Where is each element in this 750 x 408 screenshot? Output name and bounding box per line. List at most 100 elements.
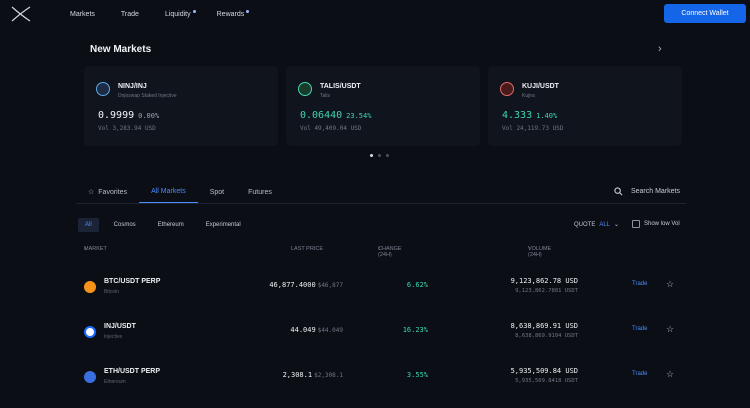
- col-change-label: CHANGE (24H): [378, 246, 402, 258]
- row-price-value: 44.049: [290, 326, 316, 334]
- table-row[interactable]: ETH/USDT PERP Ethereum 2,308.1 $2,308.1 3…: [78, 362, 688, 406]
- favorite-star-icon[interactable]: ☆: [666, 324, 674, 335]
- row-market: ETH/USDT PERP: [104, 368, 161, 375]
- nav-markets[interactable]: Markets: [70, 11, 95, 18]
- quote-value: ALL: [599, 221, 611, 228]
- trade-link[interactable]: Trade: [632, 281, 647, 287]
- filter-cosmos[interactable]: Cosmos: [107, 218, 143, 232]
- chain-filters: All Cosmos Ethereum Experimental: [78, 218, 248, 232]
- quote-label: QUOTE: [574, 221, 596, 228]
- pager-dot[interactable]: [370, 154, 373, 157]
- card-volume: Vol 24,119.73 USD: [502, 125, 564, 132]
- row-price-usd: $46,877: [317, 282, 343, 289]
- pager-dot[interactable]: [378, 154, 381, 157]
- tab-spot[interactable]: Spot: [198, 189, 236, 203]
- new-dot-icon: [192, 9, 196, 13]
- card-change: 0.00%: [138, 112, 160, 120]
- connect-wallet-button[interactable]: Connect Wallet: [664, 4, 746, 23]
- row-market: BTC/USDT PERP: [104, 278, 161, 285]
- row-change: 3.55%: [406, 371, 428, 379]
- market-card[interactable]: NINJ/INJ Dojoswap Staked Injective 0.999…: [84, 66, 278, 146]
- col-volume-label: VOLUME (24H): [528, 246, 552, 258]
- row-volume: 9,123,862.78 USD: [510, 277, 578, 285]
- row-price: 44.049 $44.049: [243, 326, 343, 334]
- row-price: 2,308.1 $2,308.1: [243, 371, 343, 379]
- row-market-sub: Injective: [104, 334, 123, 340]
- card-token-name: Dojoswap Staked Injective: [118, 93, 177, 99]
- card-change: 1.40%: [536, 112, 558, 120]
- trade-link[interactable]: Trade: [632, 371, 647, 377]
- row-change: 6.62%: [406, 281, 428, 289]
- card-price-value: 0.9999: [98, 110, 135, 121]
- low-vol-label: Show low Vol: [644, 221, 680, 227]
- table-header: ↕ MARKET LAST PRICE ↕ CHANGE (24H) ↕ VOL…: [78, 246, 688, 258]
- row-market-sub: Bitcoin: [104, 289, 120, 295]
- section-title: New Markets: [90, 44, 152, 55]
- token-icon: [500, 82, 514, 96]
- inj-coin-icon: [84, 326, 96, 338]
- search-input[interactable]: Search Markets: [631, 188, 680, 195]
- nav-liquidity[interactable]: Liquidity: [164, 9, 196, 18]
- new-markets-carousel: NINJ/INJ Dojoswap Staked Injective 0.999…: [84, 66, 682, 146]
- card-token-name: Talis: [320, 93, 331, 99]
- logo-icon[interactable]: [10, 5, 32, 23]
- row-price-value: 2,308.1: [282, 371, 313, 379]
- row-market-sub: Ethereum: [104, 379, 126, 385]
- filter-ethereum[interactable]: Ethereum: [151, 218, 191, 232]
- nav-rewards-label: Rewards: [216, 10, 245, 18]
- card-pair: KUJI/USDT: [522, 83, 559, 90]
- tab-label: Favorites: [98, 188, 128, 196]
- card-token-name: Kujira: [522, 93, 535, 99]
- card-volume: Vol 49,409.04 USD: [300, 125, 362, 132]
- card-price-value: 4.333: [502, 110, 533, 121]
- row-volume-sub: 9,123,862.7881 USDT: [515, 288, 578, 294]
- nav-liquidity-label: Liquidity: [164, 10, 191, 18]
- row-price-usd: $44.049: [317, 327, 343, 334]
- trade-link[interactable]: Trade: [632, 326, 647, 332]
- col-market-label: MARKET: [84, 246, 107, 252]
- table-row[interactable]: INJ/USDT Injective 44.049 $44.049 16.23% …: [78, 317, 688, 361]
- new-dot-icon: [246, 9, 250, 13]
- card-price: 0.9999 0.00%: [98, 110, 159, 121]
- token-icon: [96, 82, 110, 96]
- market-tabs: ☆ Favorites All Markets Spot Futures Sear…: [76, 182, 686, 204]
- tab-favorites[interactable]: ☆ Favorites: [76, 188, 139, 203]
- checkbox[interactable]: [632, 220, 640, 228]
- top-nav: Markets Trade Liquidity Rewards Connect …: [0, 0, 750, 28]
- card-price: 4.333 1.40%: [502, 110, 557, 121]
- row-volume: 5,935,509.84 USD: [510, 367, 578, 375]
- row-volume: 8,638,869.91 USD: [510, 322, 578, 330]
- col-last-price[interactable]: LAST PRICE: [291, 246, 323, 252]
- filter-all[interactable]: All: [78, 218, 99, 232]
- row-price: 46,877.4000 $46,877: [243, 281, 343, 289]
- row-volume-sub: 5,935,509.8418 USDT: [515, 378, 578, 384]
- tab-futures[interactable]: Futures: [236, 189, 284, 203]
- quote-select[interactable]: QUOTE ALL ⌄: [574, 221, 620, 229]
- tab-all-markets[interactable]: All Markets: [139, 188, 198, 203]
- card-volume: Vol 3,283.94 USD: [98, 125, 156, 132]
- filter-experimental[interactable]: Experimental: [199, 218, 248, 232]
- card-change: 23.54%: [346, 112, 372, 120]
- market-card[interactable]: TALIS/USDT Talis 0.06440 23.54% Vol 49,40…: [286, 66, 480, 146]
- favorite-star-icon[interactable]: ☆: [666, 279, 674, 290]
- star-icon: ☆: [88, 189, 95, 196]
- low-vol-toggle[interactable]: Show low Vol: [632, 220, 680, 228]
- row-price-value: 46,877.4000: [269, 281, 316, 289]
- card-price: 0.06440 23.54%: [300, 110, 371, 121]
- nav-rewards[interactable]: Rewards: [216, 9, 250, 18]
- chevron-down-icon: ⌄: [614, 222, 620, 228]
- favorite-star-icon[interactable]: ☆: [666, 369, 674, 380]
- row-volume-sub: 8,638,869.9104 USDT: [515, 333, 578, 339]
- pager-dot[interactable]: [386, 154, 389, 157]
- chevron-right-icon[interactable]: ›: [658, 43, 662, 55]
- search-markets[interactable]: Search Markets: [614, 187, 680, 196]
- card-pair: NINJ/INJ: [118, 83, 147, 90]
- btc-coin-icon: [84, 281, 96, 293]
- table-row[interactable]: BTC/USDT PERP Bitcoin 46,877.4000 $46,877…: [78, 272, 688, 316]
- card-pair: TALIS/USDT: [320, 83, 361, 90]
- market-card[interactable]: KUJI/USDT Kujira 4.333 1.40% Vol 24,119.7…: [488, 66, 682, 146]
- carousel-pager[interactable]: [370, 154, 389, 157]
- token-icon: [298, 82, 312, 96]
- nav-trade[interactable]: Trade: [121, 11, 139, 18]
- row-market: INJ/USDT: [104, 323, 136, 330]
